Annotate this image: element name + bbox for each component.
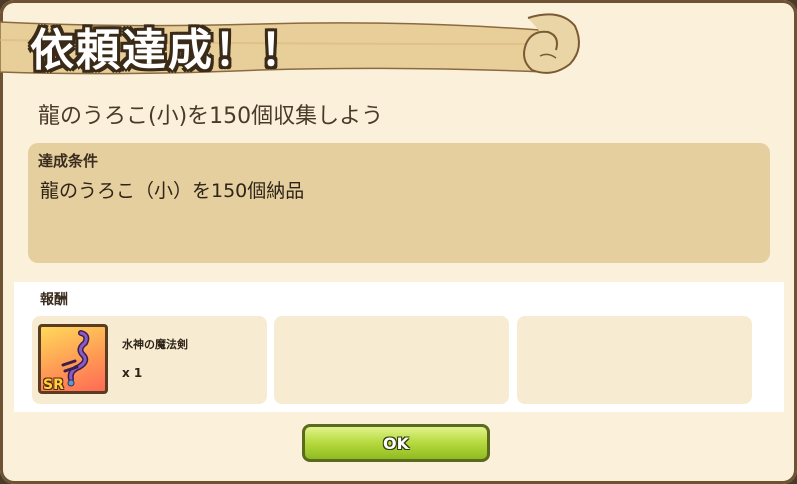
reward-label: 報酬 [40,292,68,308]
quest-complete-dialog: 依頼達成！！ 龍のうろこ(小)を150個収集しよう 達成条件 龍のうろこ（小）を… [0,0,797,484]
ok-button[interactable]: OK [302,424,490,462]
condition-text: 龍のうろこ（小）を150個納品 [40,180,305,202]
condition-panel: 達成条件 龍のうろこ（小）を150個納品 [28,143,770,263]
reward-slot-2 [274,316,509,404]
title-banner: 依頼達成！！ [0,0,600,82]
water-god-magic-sword-icon: SR [38,324,108,394]
dialog-title: 依頼達成！！ [30,25,306,76]
reward-item-name: 水神の魔法剣 [122,338,188,351]
rarity-badge: SR [43,377,64,393]
condition-label: 達成条件 [38,152,99,170]
reward-slot-3 [517,316,752,404]
reward-slot-1[interactable]: SR 水神の魔法剣 x 1 [32,316,267,404]
quest-name: 龍のうろこ(小)を150個収集しよう [38,104,384,129]
reward-item-quantity: x 1 [122,366,143,380]
reward-panel: 報酬 SR 水神の魔法剣 x 1 [14,282,784,412]
